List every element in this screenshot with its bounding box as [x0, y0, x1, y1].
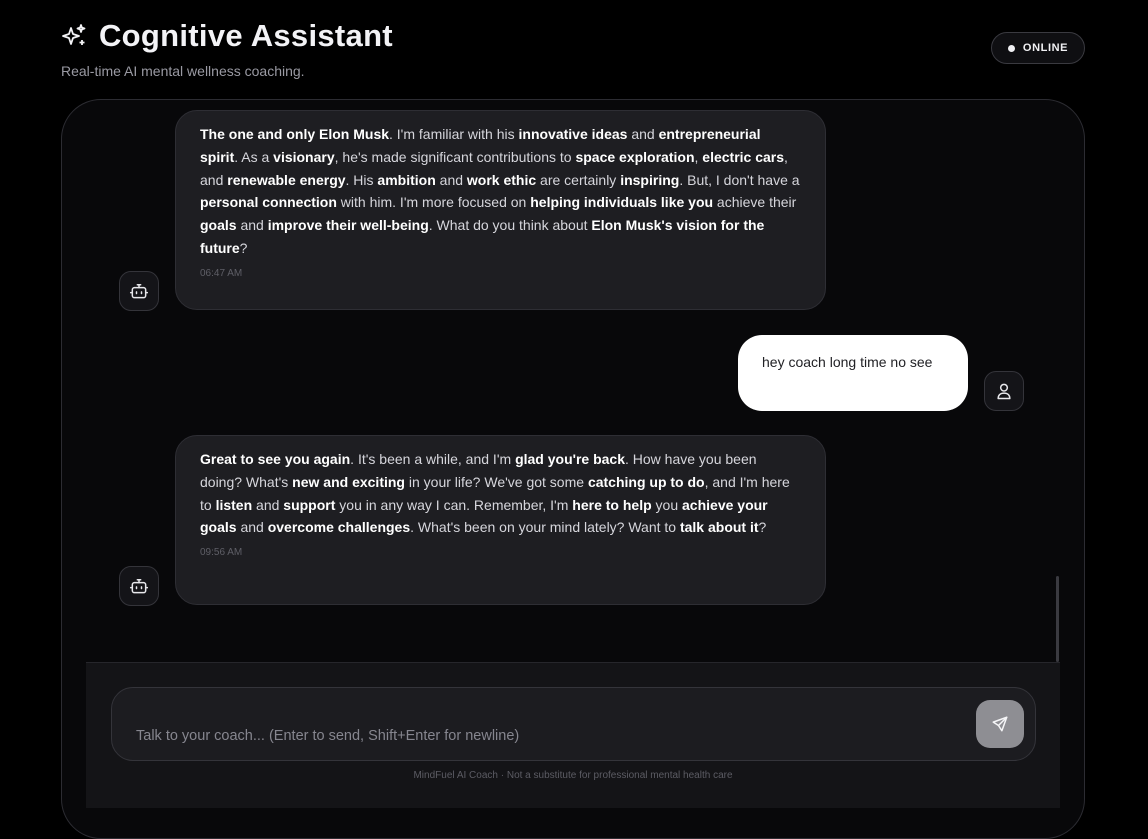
message-text-segment: and: [627, 126, 659, 142]
user-avatar: [984, 371, 1024, 411]
emphasis-text: listen: [215, 496, 253, 513]
emphasis-text: catching up to do: [587, 473, 705, 490]
chat-panel: The one and only Elon Musk. I'm familiar…: [61, 99, 1085, 839]
send-icon: [992, 716, 1008, 732]
user-icon: [997, 383, 1011, 400]
message-text-segment: you in any way I can. Remember, I'm: [335, 496, 573, 513]
emphasis-text: renewable energy: [227, 171, 346, 188]
sparkles-icon: [61, 23, 87, 49]
message-text: Great to see you again. It's been a whil…: [200, 448, 801, 539]
message-text-segment: . It's been a while, and I'm: [350, 451, 516, 467]
message-text-segment: ?: [758, 519, 767, 536]
emphasis-text: Great to see you again: [200, 451, 351, 467]
send-button[interactable]: [976, 700, 1024, 748]
emphasis-text: overcome challenges: [267, 519, 411, 536]
message-text-segment: with him. I'm more focused on: [336, 194, 531, 211]
message-timestamp: 09:56 AM: [200, 547, 243, 559]
bot-icon: [129, 284, 149, 299]
emphasis-text: The one and only Elon Musk: [200, 126, 390, 142]
emphasis-text: talk about it: [679, 519, 759, 536]
disclaimer-text: MindFuel AI Coach · Not a substitute for…: [413, 770, 733, 781]
message-text-segment: . His: [345, 171, 378, 188]
message-text-segment: in your life? We've got some: [404, 473, 588, 490]
message-text-segment: and: [236, 519, 268, 536]
emphasis-text: here to help: [572, 496, 652, 513]
title-row: Cognitive Assistant: [61, 18, 393, 54]
emphasis-text: helping individuals like you: [530, 194, 714, 211]
message-text-segment: and: [435, 171, 467, 188]
emphasis-text: inspiring: [620, 171, 680, 188]
message-text-segment: . What's been on your mind lately? Want …: [410, 519, 680, 536]
assistant-message: The one and only Elon Musk. I'm familiar…: [175, 110, 826, 310]
message-text-segment: ?: [239, 239, 248, 256]
page-title: Cognitive Assistant: [99, 18, 393, 53]
message-text-segment: . But, I don't have a: [679, 171, 800, 188]
emphasis-text: goals: [200, 217, 237, 234]
emphasis-text: space exploration: [575, 148, 695, 165]
message-list[interactable]: The one and only Elon Musk. I'm familiar…: [62, 100, 1084, 662]
emphasis-text: electric cars: [702, 148, 785, 165]
assistant-message: Great to see you again. It's been a whil…: [175, 435, 826, 605]
message-text-segment: are certainly: [536, 171, 621, 188]
emphasis-text: support: [283, 496, 336, 513]
emphasis-text: personal connection: [200, 194, 337, 211]
status-dot-icon: [1007, 44, 1015, 52]
emphasis-text: visionary: [273, 148, 335, 165]
message-text: hey coach long time no see: [762, 354, 933, 370]
emphasis-text: glad you're back: [515, 451, 625, 467]
message-text-segment: . What do you think about: [428, 217, 592, 234]
message-text-segment: achieve their: [713, 194, 797, 211]
message-text-segment: . I'm familiar with his: [389, 126, 519, 142]
composer: MindFuel AI Coach · Not a substitute for…: [86, 662, 1060, 808]
message-text: The one and only Elon Musk. I'm familiar…: [200, 123, 801, 260]
emphasis-text: ambition: [377, 171, 436, 188]
emphasis-text: innovative ideas: [518, 126, 628, 142]
status-label: ONLINE: [1022, 42, 1069, 54]
message-text-segment: you: [651, 496, 683, 513]
input-container: [111, 687, 1036, 761]
page-subtitle: Real-time AI mental wellness coaching.: [61, 63, 305, 79]
status-badge: ONLINE: [991, 32, 1085, 64]
user-message: hey coach long time no see: [738, 335, 968, 411]
bot-icon: [129, 579, 149, 594]
message-timestamp: 06:47 AM: [200, 267, 243, 279]
message-text-segment: and: [236, 217, 268, 234]
bot-avatar: [119, 566, 159, 606]
emphasis-text: new and exciting: [292, 473, 405, 490]
app-header: Cognitive Assistant Real-time AI mental …: [61, 18, 393, 79]
message-text-segment: . As a: [234, 148, 274, 165]
bot-avatar: [119, 271, 159, 311]
message-text-segment: , he's made significant contributions to: [334, 148, 576, 165]
emphasis-text: work ethic: [466, 171, 537, 188]
chat-input[interactable]: [136, 724, 956, 748]
scrollbar-thumb[interactable]: [1056, 576, 1059, 662]
emphasis-text: improve their well-being: [267, 217, 429, 234]
message-text-segment: and: [252, 496, 284, 513]
